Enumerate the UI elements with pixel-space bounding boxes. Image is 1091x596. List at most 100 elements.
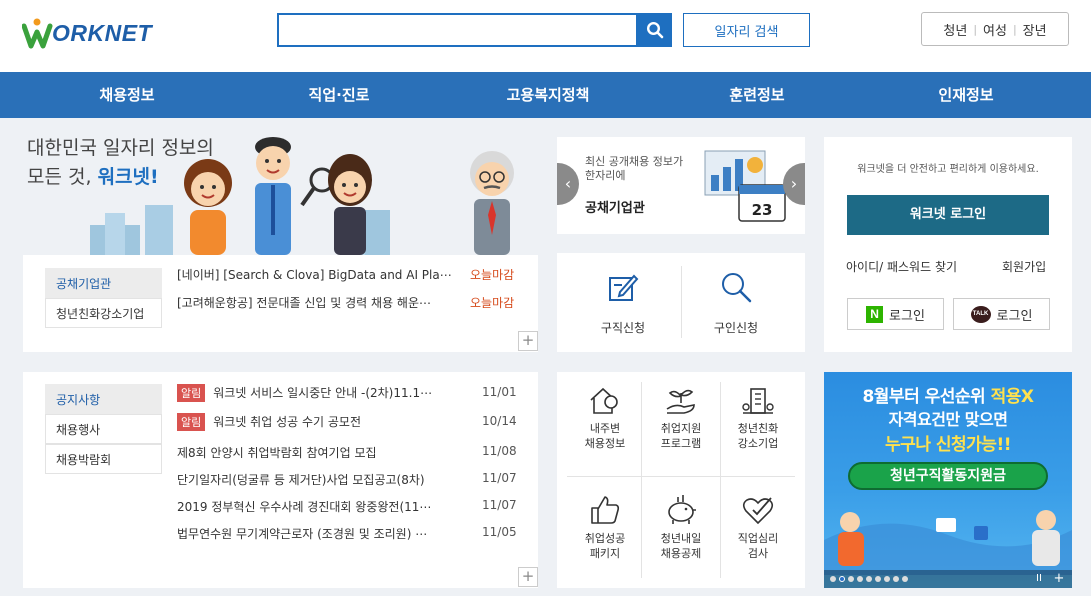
quick-label-1: 취업성공	[584, 532, 626, 545]
deadline-badge: 오늘마감	[470, 268, 515, 282]
worknet-login-button[interactable]: 워크넷 로그인	[847, 195, 1049, 235]
notice-row[interactable]: 제8회 안양시 취업박람회 참여기업 모집	[177, 444, 377, 461]
jobs-more-button[interactable]: +	[518, 331, 538, 351]
kakao-login-label: 로그인	[996, 308, 1033, 324]
banner-page-dots	[830, 573, 940, 585]
quick-label-1: 청년친화	[737, 422, 779, 435]
quick-label-2: 채용공제	[660, 547, 702, 560]
job-row[interactable]: [고려해운항공] 전문대졸 신입 및 경력 채용 해운⋯	[177, 294, 431, 311]
slide-caption: 최신 공개채용 정보가 한자리에	[585, 155, 683, 183]
logo-text: ORKNET	[52, 20, 153, 46]
nav-item-talent[interactable]: 인재정보	[901, 72, 1031, 118]
notice-date: 11/05	[482, 525, 517, 539]
main-nav: 채용정보 직업·진로 고용복지정책 훈련정보 인재정보	[0, 72, 1091, 118]
divider	[681, 266, 682, 338]
notice-title: 워크넷 서비스 일시중단 안내 -(2차)11.1⋯	[213, 386, 433, 400]
join-link[interactable]: 회원가입	[1002, 258, 1046, 275]
notice-row[interactable]: 2019 정부혁신 우수사례 경진대회 왕중왕전(11⋯	[177, 498, 431, 515]
banner-line-2: 자격요건만 맞으면	[888, 410, 1008, 429]
audience-senior-link[interactable]: 장년	[1023, 20, 1047, 39]
search-icon	[646, 21, 664, 39]
sprout-hand-icon	[666, 389, 695, 414]
banner-pause-button[interactable]: II	[1030, 571, 1048, 587]
thumbs-up-icon	[591, 496, 620, 524]
quick-label-2: 패키지	[589, 547, 621, 560]
pencil-note-icon	[609, 274, 639, 301]
kakao-talk-icon: TALK	[970, 305, 991, 323]
notice-date: 11/07	[482, 471, 517, 485]
divider: |	[1012, 22, 1017, 36]
hero-people-illustration	[90, 137, 390, 255]
audience-youth-link[interactable]: 청년	[943, 20, 967, 39]
quick-link-success-package[interactable]: 취업성공패키지	[570, 493, 640, 561]
nav-item-training[interactable]: 훈련정보	[692, 72, 822, 118]
notice-row[interactable]: 법무연수원 무기계약근로자 (조경원 및 조리원) ⋯	[177, 525, 427, 542]
building-icon	[742, 388, 774, 414]
nav-item-career[interactable]: 직업·진로	[274, 72, 404, 118]
notice-row[interactable]: 알림 워크넷 취업 성공 수기 공모전	[177, 413, 361, 431]
quick-label-2: 프로그램	[660, 437, 702, 450]
job-search-button[interactable]: 일자리 검색	[683, 13, 810, 47]
quick-link-job-programs[interactable]: 취업지원프로그램	[646, 385, 716, 451]
notice-row[interactable]: 단기일자리(덩굴류 등 제거단)사업 모집공고(8차)	[177, 471, 425, 488]
naver-login-button[interactable]: N 로그인	[847, 298, 944, 330]
service-label: 구인신청	[713, 321, 759, 335]
audience-women-link[interactable]: 여성	[983, 20, 1007, 39]
divider: |	[973, 22, 978, 36]
public-recruit-slide[interactable]: 최신 공개채용 정보가 한자리에 공채기업관 23	[557, 137, 805, 234]
magnifier-icon	[722, 273, 752, 303]
tab-job-fairs[interactable]: 채용박람회	[45, 444, 162, 474]
quick-link-nearby-jobs[interactable]: 내주변채용정보	[570, 385, 640, 451]
search-button[interactable]	[638, 13, 672, 47]
notice-row[interactable]: 알림 워크넷 서비스 일시중단 안내 -(2차)11.1⋯	[177, 384, 432, 402]
top-bar: ORKNET 일자리 검색 청년 | 여성 | 장년	[0, 0, 1091, 72]
notice-tabs: 공지사항 채용행사 채용박람회	[45, 384, 162, 474]
deadline-badge: 오늘마감	[470, 296, 515, 310]
slide-line-2: 한자리에	[585, 169, 626, 182]
slide-title: 공채기업관	[585, 201, 645, 216]
notice-date: 11/07	[482, 498, 517, 512]
quick-link-psych-test[interactable]: 직업심리 검사	[723, 493, 793, 561]
quick-label-1: 취업지원	[660, 422, 702, 435]
heart-check-icon	[742, 497, 774, 525]
promo-banner[interactable]: 8월부터 우선순위 적용X 자격요건만 맞으면 누구나 신청가능!! 청년구직활…	[824, 372, 1072, 588]
quick-label-1: 내주변	[589, 422, 621, 435]
login-notice: 워크넷을 더 안전하고 편리하게 이용하세요.	[857, 164, 1039, 175]
service-label: 구직신청	[600, 321, 646, 335]
hero-line-2-prefix: 모든 것,	[27, 166, 92, 188]
job-offer-register-button[interactable]: 구인신청	[696, 270, 776, 336]
nav-item-jobs[interactable]: 채용정보	[62, 72, 192, 118]
search-input[interactable]	[277, 13, 638, 47]
quick-label-2: 채용정보	[584, 437, 626, 450]
divider	[641, 382, 642, 578]
job-seeker-register-button[interactable]: 구직신청	[583, 270, 663, 336]
quick-label-2: 강소기업	[737, 437, 779, 450]
naver-login-label: 로그인	[889, 308, 925, 324]
alert-badge: 알림	[177, 384, 206, 402]
divider	[567, 476, 795, 477]
kakao-login-button[interactable]: TALK 로그인	[953, 298, 1050, 330]
tab-notices[interactable]: 공지사항	[45, 384, 162, 414]
tab-recruit-events[interactable]: 채용행사	[45, 414, 162, 444]
notices-more-button[interactable]: +	[518, 567, 538, 587]
find-account-link[interactable]: 아이디/ 패스워드 찾기	[846, 258, 957, 275]
nav-item-welfare-policy[interactable]: 고용복지정책	[483, 72, 613, 118]
banner-more-button[interactable]: +	[1050, 571, 1068, 587]
banner-line-1a: 8월부터 우선순위	[862, 387, 991, 407]
banner-line-1b: 적용X	[990, 387, 1034, 407]
tab-youth-sme[interactable]: 청년친화강소기업	[45, 298, 162, 328]
job-row[interactable]: [네이버] [Search & Clova] BigData and AI Pl…	[177, 266, 452, 283]
hero-elder-illustration	[470, 151, 514, 255]
tab-public-recruit[interactable]: 공채기업관	[45, 268, 162, 298]
divider	[720, 382, 721, 578]
quick-link-youth-sme[interactable]: 청년친화강소기업	[723, 385, 793, 451]
banner-people-illustration	[824, 510, 1072, 575]
worknet-logo[interactable]: ORKNET	[22, 12, 167, 52]
house-location-icon	[590, 387, 618, 414]
quick-link-youth-savings[interactable]: 청년내일 채용공제	[646, 493, 716, 561]
banner-line-1: 8월부터 우선순위 적용X	[824, 382, 1072, 407]
naver-logo-icon: N	[866, 305, 884, 323]
calendar-day: 23	[752, 201, 773, 219]
notice-date: 10/14	[482, 414, 517, 428]
piggy-bank-icon	[668, 495, 696, 524]
